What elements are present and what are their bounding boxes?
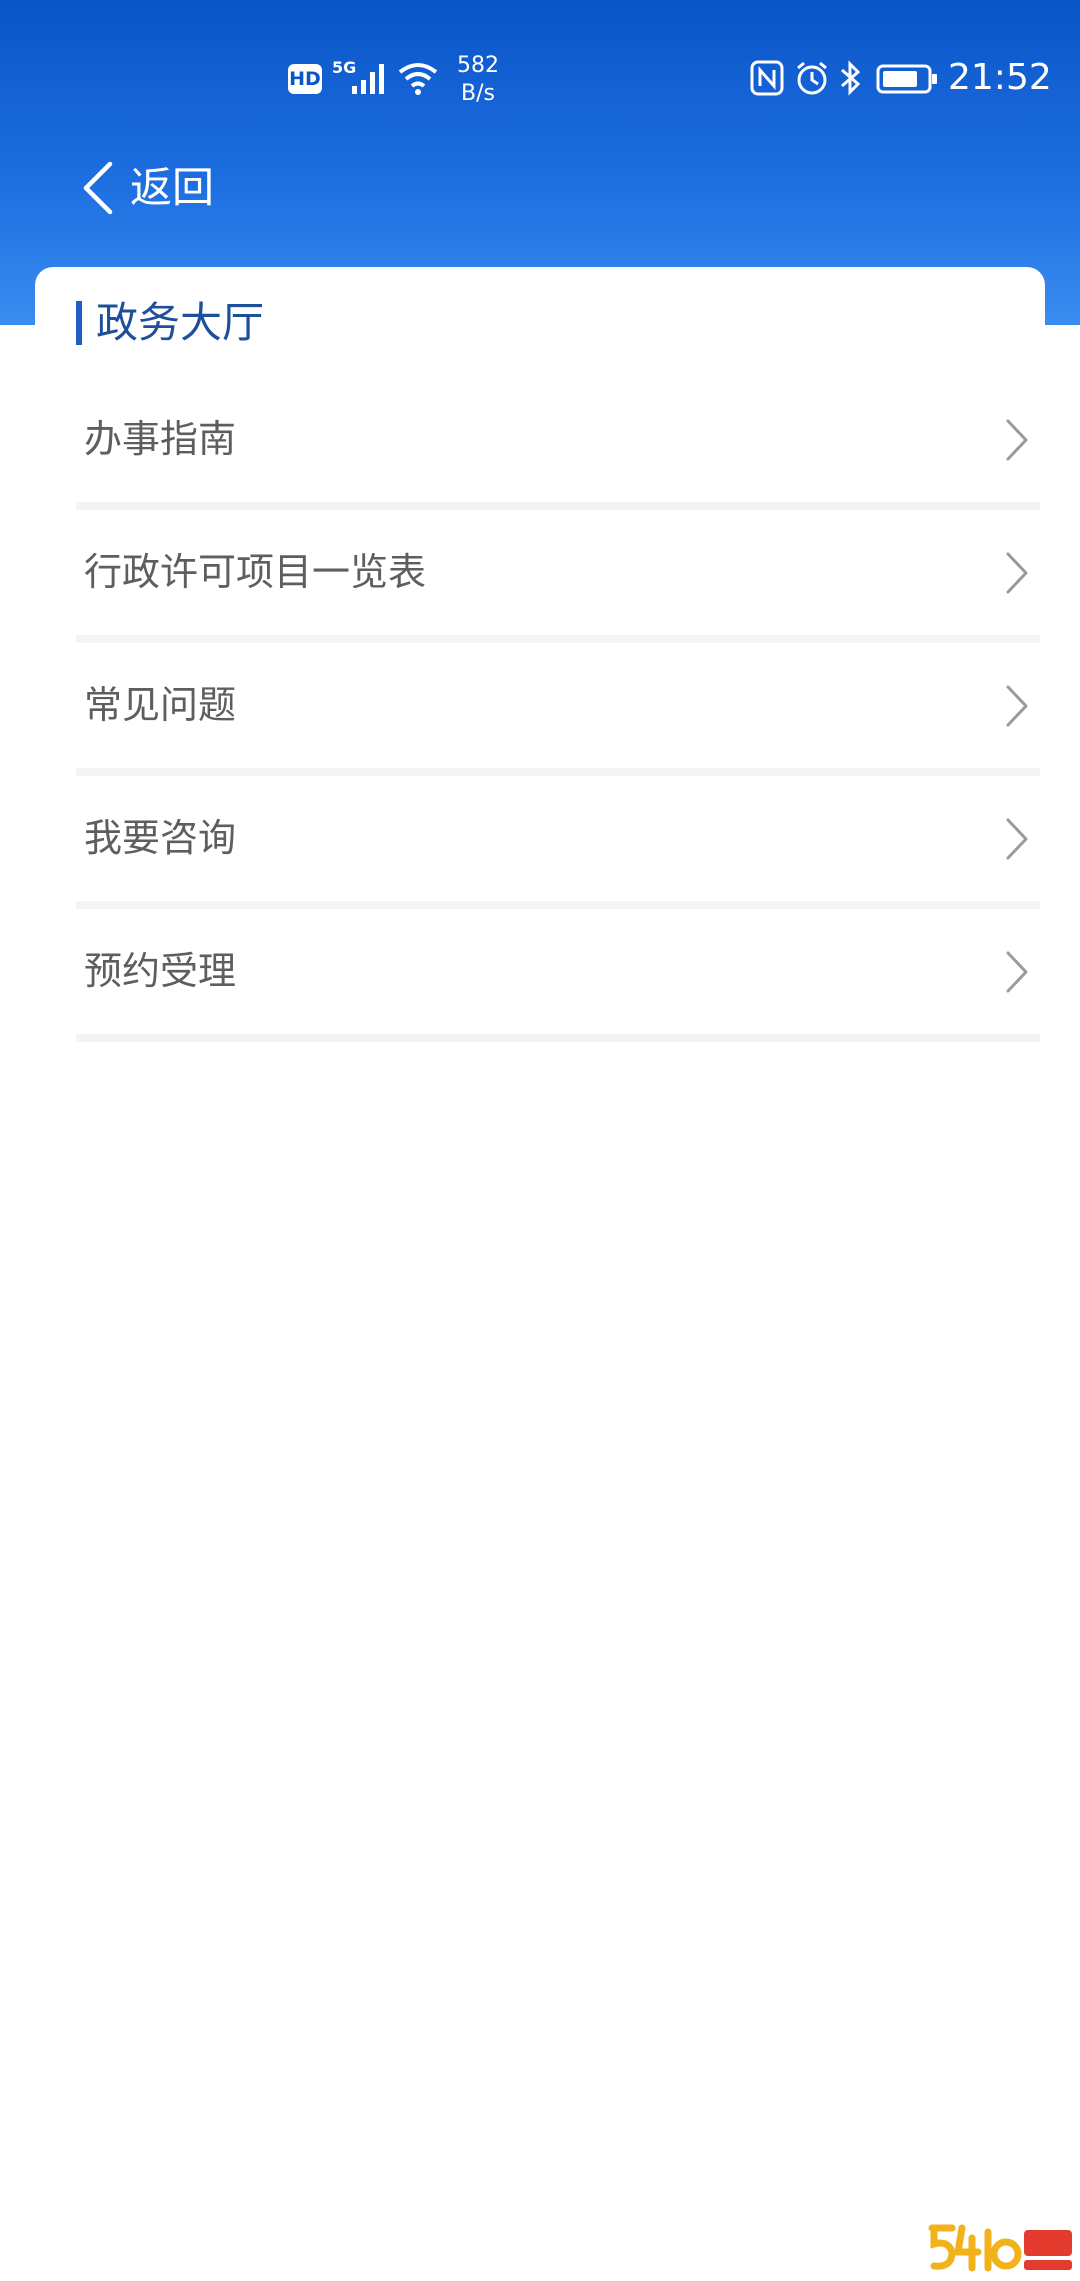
back-label: 返回 xyxy=(130,163,215,212)
menu-item-label: 办事指南 xyxy=(84,417,237,461)
chevron-right-icon xyxy=(1006,419,1028,461)
wifi-icon xyxy=(398,63,438,95)
network-speed-unit: B/s xyxy=(461,81,495,106)
menu-item-label: 预约受理 xyxy=(84,949,237,993)
alarm-icon xyxy=(797,61,827,95)
bluetooth-icon xyxy=(841,60,861,96)
signal-icon xyxy=(352,64,384,94)
back-button[interactable]: 返回 xyxy=(80,158,214,218)
watermark-logo xyxy=(928,2224,1072,2272)
menu-item-license-list[interactable]: 行政许可项目一览表 xyxy=(76,511,1040,643)
menu-item-label: 常见问题 xyxy=(84,683,237,727)
chevron-right-icon xyxy=(1006,951,1028,993)
section-accent-bar xyxy=(76,301,82,345)
section-title: 政务大厅 xyxy=(96,298,265,347)
menu-item-consult[interactable]: 我要咨询 xyxy=(76,777,1040,909)
menu-item-appointment[interactable]: 预约受理 xyxy=(76,910,1040,1042)
menu-item-faq[interactable]: 常见问题 xyxy=(76,644,1040,776)
chevron-left-icon xyxy=(83,161,113,215)
status-bar: HD 5G 582 B/s 21:52 xyxy=(0,0,1080,160)
chevron-right-icon xyxy=(1006,552,1028,594)
network-speed-value: 582 xyxy=(457,53,499,78)
section-header: 政务大厅 xyxy=(76,298,264,348)
chevron-right-icon xyxy=(1006,685,1028,727)
menu-item-service-guide[interactable]: 办事指南 xyxy=(76,378,1040,510)
chevron-right-icon xyxy=(1006,818,1028,860)
menu-item-label: 我要咨询 xyxy=(84,816,237,860)
hd-icon: HD xyxy=(288,64,322,94)
nfc-icon xyxy=(750,60,784,96)
menu-item-label: 行政许可项目一览表 xyxy=(84,550,427,594)
clock: 21:52 xyxy=(948,57,1052,98)
battery-icon xyxy=(876,64,937,94)
network-speed: 582 B/s xyxy=(448,52,508,108)
